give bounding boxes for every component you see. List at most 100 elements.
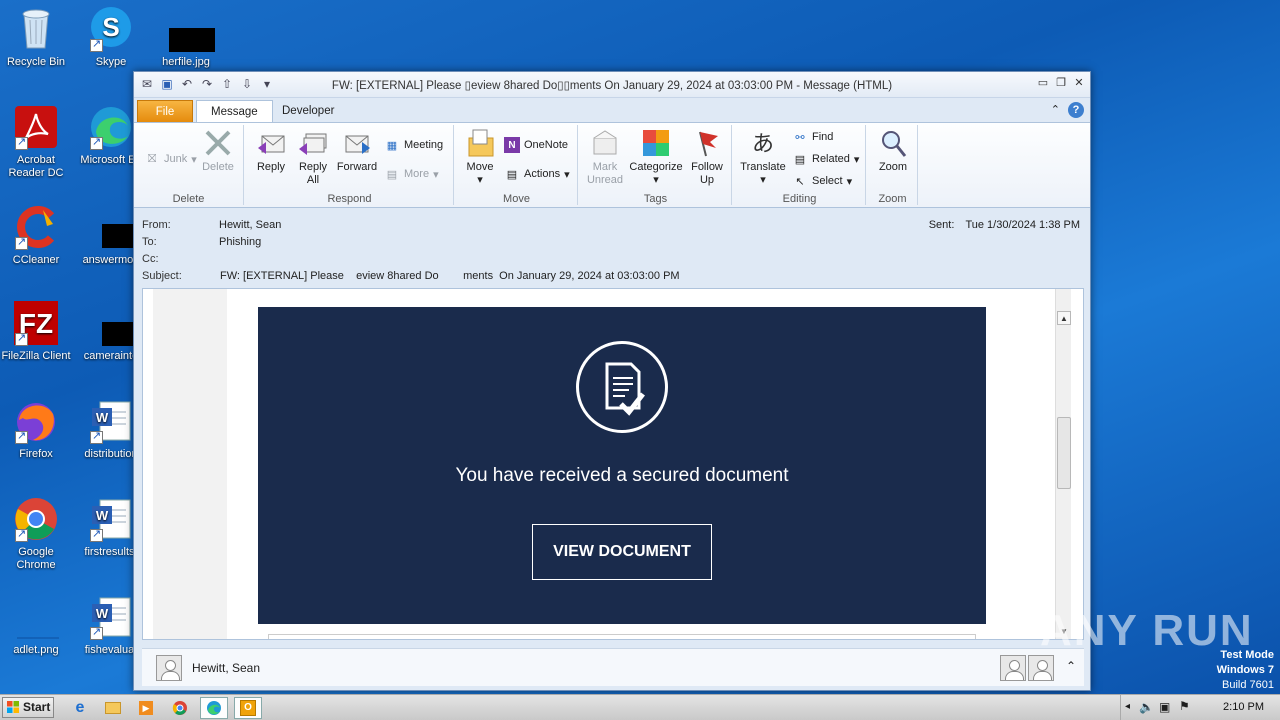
taskbar-ie-icon[interactable]: e [66,697,94,719]
network-icon[interactable]: ▣ [1159,700,1170,714]
collapse-ribbon-icon[interactable]: ⌃ [1051,102,1060,118]
translate-icon: あ [751,130,774,156]
to-label: To: [142,236,157,248]
reply-all-button[interactable]: Reply All [294,127,332,187]
zoom-button[interactable]: Zoom [872,127,914,174]
group-editing: あ Translate ▾ ⚯ Find ▤ Related ▾ ↖ Select… [734,125,866,205]
desktop-icon-label: Recycle Bin [6,56,66,68]
taskbar-edge-icon[interactable] [200,697,228,719]
desktop-icon-label: herfile.jpg [162,56,210,68]
view-document-button[interactable]: VIEW DOCUMENT [532,524,712,580]
move-button[interactable]: Move ▾ [460,127,500,187]
from-value[interactable]: Hewitt, Sean [219,219,281,231]
onenote-button[interactable]: N OneNote [504,137,568,153]
mark-unread-button[interactable]: Mark Unread [584,127,626,187]
taskbar-clock[interactable]: 2:10 PM [1223,701,1264,713]
reply-icon [255,127,287,159]
junk-button[interactable]: ⛝ Junk ▾ [144,151,197,167]
taskbar: Start e ▶ O ◂ 🔈 ▣ ⚑ 2:10 PM [0,694,1280,720]
scroll-thumb[interactable] [1057,417,1071,489]
skype-icon: S [88,6,134,52]
sent-info: Sent: Tue 1/30/2024 1:38 PM [929,219,1080,231]
desktop-icon-filezilla[interactable]: FZ FileZilla Client [0,300,74,363]
group-respond: Reply Reply All Forward ▦ Meeting ▤ More… [246,125,454,205]
follow-up-button[interactable]: Follow Up [686,127,728,187]
message-body[interactable]: You have received a secured document VIE… [142,288,1084,640]
action-center-flag-icon[interactable]: ⚑ [1179,699,1190,713]
binoculars-icon: ⚯ [795,131,805,144]
system-tray: ◂ 🔈 ▣ ⚑ 2:10 PM [1120,695,1280,720]
subject-label: Subject: [142,270,182,282]
tab-developer[interactable]: Developer [268,100,348,122]
select-button[interactable]: ↖ Select ▾ [792,173,852,189]
desktop-icon-adlet[interactable]: adlet.png [0,594,74,657]
restore-button[interactable]: ❐ [1054,76,1068,90]
desktop-icon-label: Firefox [19,448,53,460]
calendar-icon: ▦ [386,139,398,152]
volume-icon[interactable]: 🔈 [1139,700,1154,714]
taskbar-media-player-icon[interactable]: ▶ [132,697,160,719]
document-check-icon [576,341,668,433]
ribbon: ⛝ Junk ▾ Delete Delete Reply Reply All Fo… [134,122,1090,208]
taskbar-outlook-icon[interactable]: O [234,697,262,719]
forward-icon [341,127,373,159]
svg-text:W: W [96,606,109,621]
desktop-icon-label: adlet.png [13,644,59,656]
scroll-up-icon[interactable]: ▲ [1057,311,1071,325]
close-button[interactable]: ✕ [1072,76,1086,90]
desktop-icon-herfile[interactable]: herfile.jpg [148,6,224,69]
vertical-scrollbar[interactable]: ▲ ▼ [1055,289,1071,639]
group-label: Tags [643,193,668,205]
actions-button[interactable]: ▤ Actions ▾ [504,166,570,182]
sender-avatar[interactable] [156,655,182,681]
help-icon[interactable]: ? [1068,102,1084,118]
categorize-button[interactable]: Categorize ▾ [628,127,684,187]
svg-text:W: W [96,410,109,425]
find-button[interactable]: ⚯ Find [792,129,833,145]
start-button[interactable]: Start [2,697,54,718]
subject-value: FW: [EXTERNAL] Please eview 8hared Do me… [220,270,680,282]
ccleaner-icon [13,204,59,250]
secured-document-banner: You have received a secured document VIE… [258,307,986,624]
categorize-icon [640,127,672,159]
desktop-icon-label: CCleaner [12,254,60,266]
group-label: Delete [172,193,205,205]
message-header: From: Hewitt, Sean To: Phishing Cc: Subj… [134,208,1090,288]
more-respond-button[interactable]: ▤ More ▾ [384,166,439,182]
desktop-icon-label: Acrobat Reader DC [8,154,64,179]
minimize-button[interactable]: ▭ [1036,76,1050,90]
tab-message[interactable]: Message [196,100,273,122]
people-pane-name[interactable]: Hewitt, Sean [192,661,260,675]
tab-file[interactable]: File [137,100,193,122]
delete-button[interactable]: Delete [200,127,236,174]
reply-button[interactable]: Reply [252,127,290,174]
contact-avatar[interactable] [1028,655,1054,681]
contact-avatar[interactable] [1000,655,1026,681]
title-bar[interactable]: ✉ ▣ ↶ ↷ ⇧ ⇩ ▾ FW: [EXTERNAL] Please ▯evi… [134,72,1090,98]
related-button[interactable]: ▤ Related ▾ [792,151,860,167]
chrome-icon [13,496,59,542]
desktop-icon-recycle-bin[interactable]: Recycle Bin [0,6,74,69]
to-value[interactable]: Phishing [219,236,261,248]
tray-expand-icon[interactable]: ◂ [1125,701,1130,712]
expand-people-pane-icon[interactable]: ⌃ [1066,659,1076,673]
desktop-icon-firefox[interactable]: Firefox [0,398,74,461]
file-icon [88,204,148,250]
forward-button[interactable]: Forward [334,127,380,174]
windows-logo-icon [7,701,19,713]
desktop-icon-label: FileZilla Client [1,350,71,362]
more-icon: ▤ [386,168,398,181]
taskbar-chrome-icon[interactable] [166,697,194,719]
group-label: Respond [327,193,372,205]
desktop-icon-ccleaner[interactable]: CCleaner [0,204,74,267]
actions-icon: ▤ [506,168,518,181]
translate-button[interactable]: あ Translate ▾ [736,127,790,187]
filezilla-icon: FZ [13,300,59,346]
reply-all-icon [297,127,329,159]
desktop-icon-chrome[interactable]: Google Chrome [0,496,74,572]
svg-text:W: W [96,508,109,523]
desktop-icon-acrobat[interactable]: Acrobat Reader DC [0,104,74,180]
desktop-icon-skype[interactable]: S Skype [73,6,149,69]
taskbar-explorer-icon[interactable] [99,697,127,719]
meeting-button[interactable]: ▦ Meeting [384,137,443,153]
